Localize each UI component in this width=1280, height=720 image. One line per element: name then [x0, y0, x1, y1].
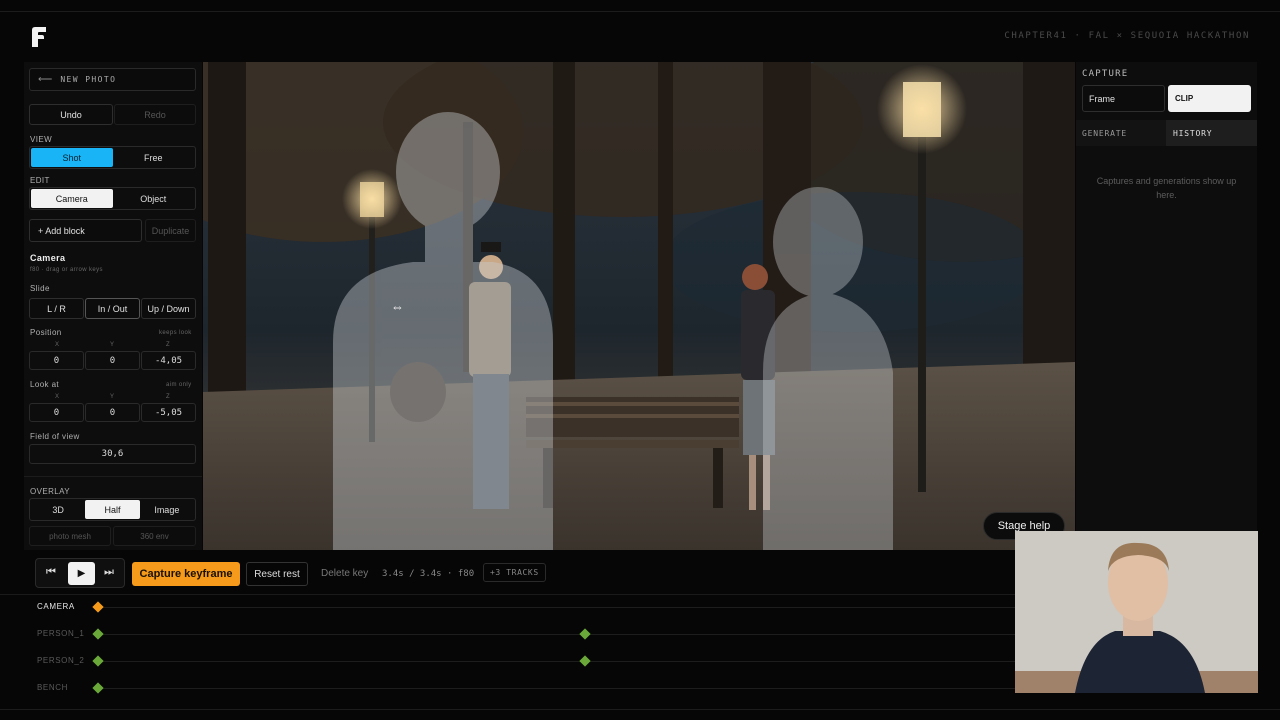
redo-button[interactable]: Redo [114, 104, 196, 125]
track-line[interactable] [98, 607, 1015, 608]
app-logo-icon [32, 27, 46, 47]
arrow-left-icon: ⟵ [38, 74, 53, 85]
slide-up-down-button[interactable]: Up / Down [141, 298, 196, 319]
skip-forward-icon[interactable]: ⏭ [104, 566, 114, 579]
new-photo-button[interactable]: ⟵ NEW PHOTO [29, 68, 196, 91]
track-label-camera[interactable]: CAMERA [37, 602, 75, 611]
look-at-z-input[interactable]: -5,05 [141, 403, 196, 422]
tab-generate[interactable]: GENERATE [1082, 129, 1127, 138]
keyframe-diamond[interactable] [92, 628, 104, 640]
overlay-label: OVERLAY [30, 487, 70, 496]
track-label-bench[interactable]: BENCH [37, 683, 68, 692]
track-line[interactable] [98, 661, 1015, 662]
keyframe-diamond[interactable] [579, 628, 591, 640]
header-brand-text: CHAPTER41 · FAL × SEQUOIA HACKATHON [1004, 31, 1250, 41]
keyframe-diamond[interactable] [92, 655, 104, 667]
keyframe-diamond[interactable] [92, 682, 104, 694]
look-at-y-input[interactable]: 0 [85, 403, 140, 422]
capture-label: CAPTURE [1082, 69, 1129, 79]
edit-option-camera[interactable]: Camera [31, 189, 113, 208]
presenter-webcam-video [1015, 531, 1258, 693]
capture-clip-button[interactable]: CLIP [1168, 85, 1251, 112]
position-z-input[interactable]: -4,05 [141, 351, 196, 370]
position-axis-z: Z [166, 342, 170, 348]
duplicate-button[interactable]: Duplicate [145, 219, 196, 242]
move-cursor-icon: ⇔ [391, 299, 404, 314]
timeline-divider [0, 594, 1015, 595]
time-readout: 3.4s / 3.4s · f80 [382, 569, 475, 579]
look-at-x-input[interactable]: 0 [29, 403, 84, 422]
track-line[interactable] [98, 688, 1015, 689]
undo-button[interactable]: Undo [29, 104, 113, 125]
slide-lr-button[interactable]: L / R [29, 298, 84, 319]
reset-rest-button[interactable]: Reset rest [246, 562, 308, 586]
divider [24, 476, 202, 477]
position-label: Position [30, 328, 62, 337]
position-axis-y: Y [110, 342, 115, 348]
add-block-button[interactable]: + Add block [29, 219, 142, 242]
slide-in-out-button[interactable]: In / Out [85, 298, 140, 319]
look-at-axis-x: X [55, 394, 60, 400]
overlay-toggle: 3D Half Image [29, 498, 196, 521]
track-label-person-2[interactable]: PERSON_2 [37, 656, 84, 665]
play-button[interactable]: ▶ [68, 562, 95, 585]
edit-label: EDIT [30, 176, 50, 185]
fov-input[interactable]: 30,6 [29, 444, 196, 464]
capture-frame-button[interactable]: Frame [1082, 85, 1165, 112]
env-360-button[interactable]: 360 env [113, 526, 196, 546]
edit-toggle: Camera Object [29, 187, 196, 210]
track-line[interactable] [98, 634, 1015, 635]
track-label-person-1[interactable]: PERSON_1 [37, 629, 84, 638]
overlay-option-3d[interactable]: 3D [31, 500, 85, 519]
tab-history[interactable]: HISTORY [1166, 120, 1257, 146]
view-option-free[interactable]: Free [113, 148, 195, 167]
left-panel: ⟵ NEW PHOTO Undo Redo VIEW Shot Free EDI… [24, 62, 202, 550]
photo-mesh-button[interactable]: photo mesh [29, 526, 111, 546]
keyframe-diamond[interactable] [92, 601, 104, 613]
tracks-badge[interactable]: +3 TRACKS [483, 563, 546, 582]
fov-label: Field of view [30, 432, 80, 441]
delete-key-button[interactable]: Delete key [321, 568, 368, 579]
overlay-option-half[interactable]: Half [85, 500, 140, 519]
capture-keyframe-button[interactable]: Capture keyframe [132, 562, 240, 586]
overlay-option-image[interactable]: Image [140, 500, 194, 519]
position-x-input[interactable]: 0 [29, 351, 84, 370]
look-at-axis-z: Z [166, 394, 170, 400]
keyframe-diamond[interactable] [579, 655, 591, 667]
edit-option-object[interactable]: Object [113, 189, 195, 208]
panel-tabs: GENERATE HISTORY [1076, 120, 1257, 146]
transport-controls: ⏮ ▶ ⏭ [35, 558, 125, 588]
presenter-image [1015, 531, 1258, 693]
view-option-shot[interactable]: Shot [31, 148, 113, 167]
look-at-label: Look at [30, 380, 60, 389]
look-at-axis-y: Y [110, 394, 115, 400]
camera-hint: f80 · drag or arrow keys [30, 267, 103, 273]
history-empty-text: Captures and generations show up here. [1096, 176, 1237, 200]
position-hint: keeps look [159, 330, 192, 336]
park-scene-image [203, 62, 1075, 550]
position-axis-x: X [55, 342, 60, 348]
look-at-hint: aim only [166, 382, 192, 388]
new-photo-label: NEW PHOTO [60, 75, 117, 84]
camera-title: Camera [30, 253, 66, 263]
view-toggle: Shot Free [29, 146, 196, 169]
slide-label: Slide [30, 284, 50, 293]
view-label: VIEW [30, 135, 53, 144]
position-y-input[interactable]: 0 [85, 351, 140, 370]
skip-back-icon[interactable]: ⏮ [46, 566, 56, 579]
stage-viewport[interactable]: ⇔ Stage help [203, 62, 1075, 550]
right-panel: CAPTURE Frame CLIP GENERATE HISTORY Capt… [1076, 62, 1257, 532]
